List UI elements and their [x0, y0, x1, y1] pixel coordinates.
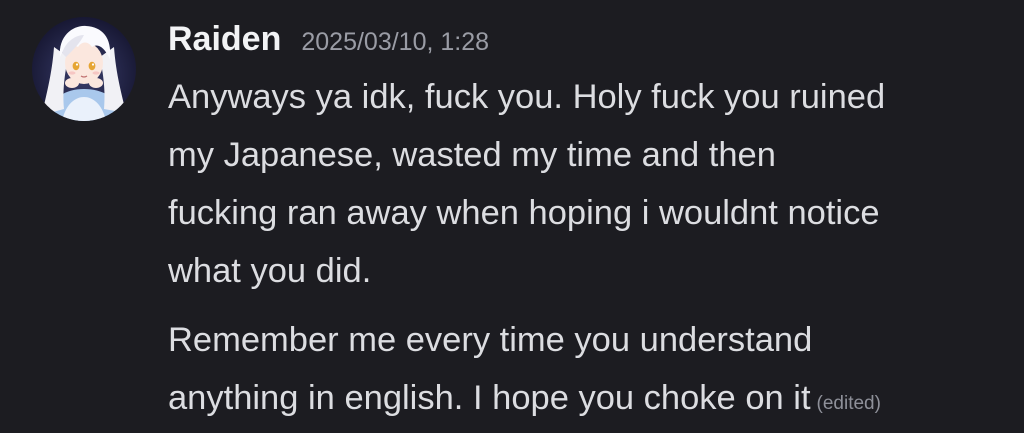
- anime-girl-avatar-icon: [32, 17, 136, 121]
- message-line: what you did.: [168, 252, 372, 290]
- timestamp[interactable]: 2025/03/10, 1:28: [301, 13, 489, 71]
- message-line: Remember me every time you understand: [168, 321, 813, 359]
- message-paragraph: Anyways ya idk, fuck you. Holy fuck you …: [168, 68, 1008, 300]
- message-paragraph: Remember me every time you understand an…: [168, 311, 1008, 433]
- username[interactable]: Raiden: [168, 10, 281, 68]
- user-avatar[interactable]: [32, 17, 136, 121]
- message-content: Raiden 2025/03/10, 1:28 Anyways ya idk, …: [168, 10, 1008, 433]
- chat-message[interactable]: Raiden 2025/03/10, 1:28 Anyways ya idk, …: [0, 0, 1024, 423]
- message-header: Raiden 2025/03/10, 1:28: [168, 10, 1008, 68]
- message-line: fucking ran away when hoping i wouldnt n…: [168, 194, 880, 232]
- message-line: Anyways ya idk, fuck you. Holy fuck you …: [168, 78, 886, 116]
- message-line: anything in english. I hope you choke on…: [168, 379, 811, 417]
- edited-indicator: (edited): [816, 393, 881, 414]
- message-line: my Japanese, wasted my time and then: [168, 136, 776, 174]
